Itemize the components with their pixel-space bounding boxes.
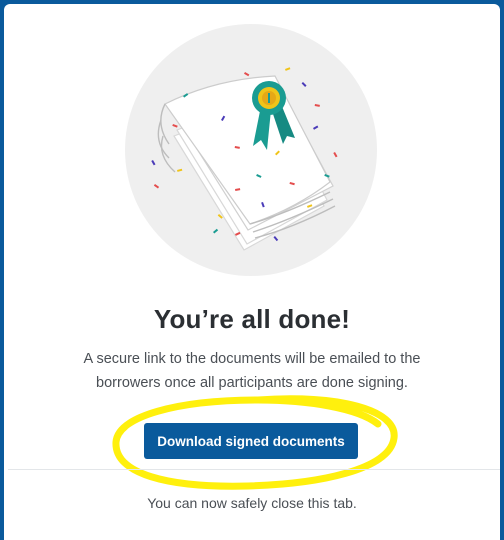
footer-divider <box>8 469 500 470</box>
page-title: You’re all done! <box>153 304 351 334</box>
completion-description: A secure link to the documents will be e… <box>83 351 421 391</box>
footer-message: You can now safely close this tab. <box>147 495 357 511</box>
signed-documents-illustration <box>125 24 377 276</box>
completion-card: You’re all done! A secure link to the do… <box>4 4 500 540</box>
download-signed-documents-button[interactable]: Download signed documents <box>144 423 358 459</box>
